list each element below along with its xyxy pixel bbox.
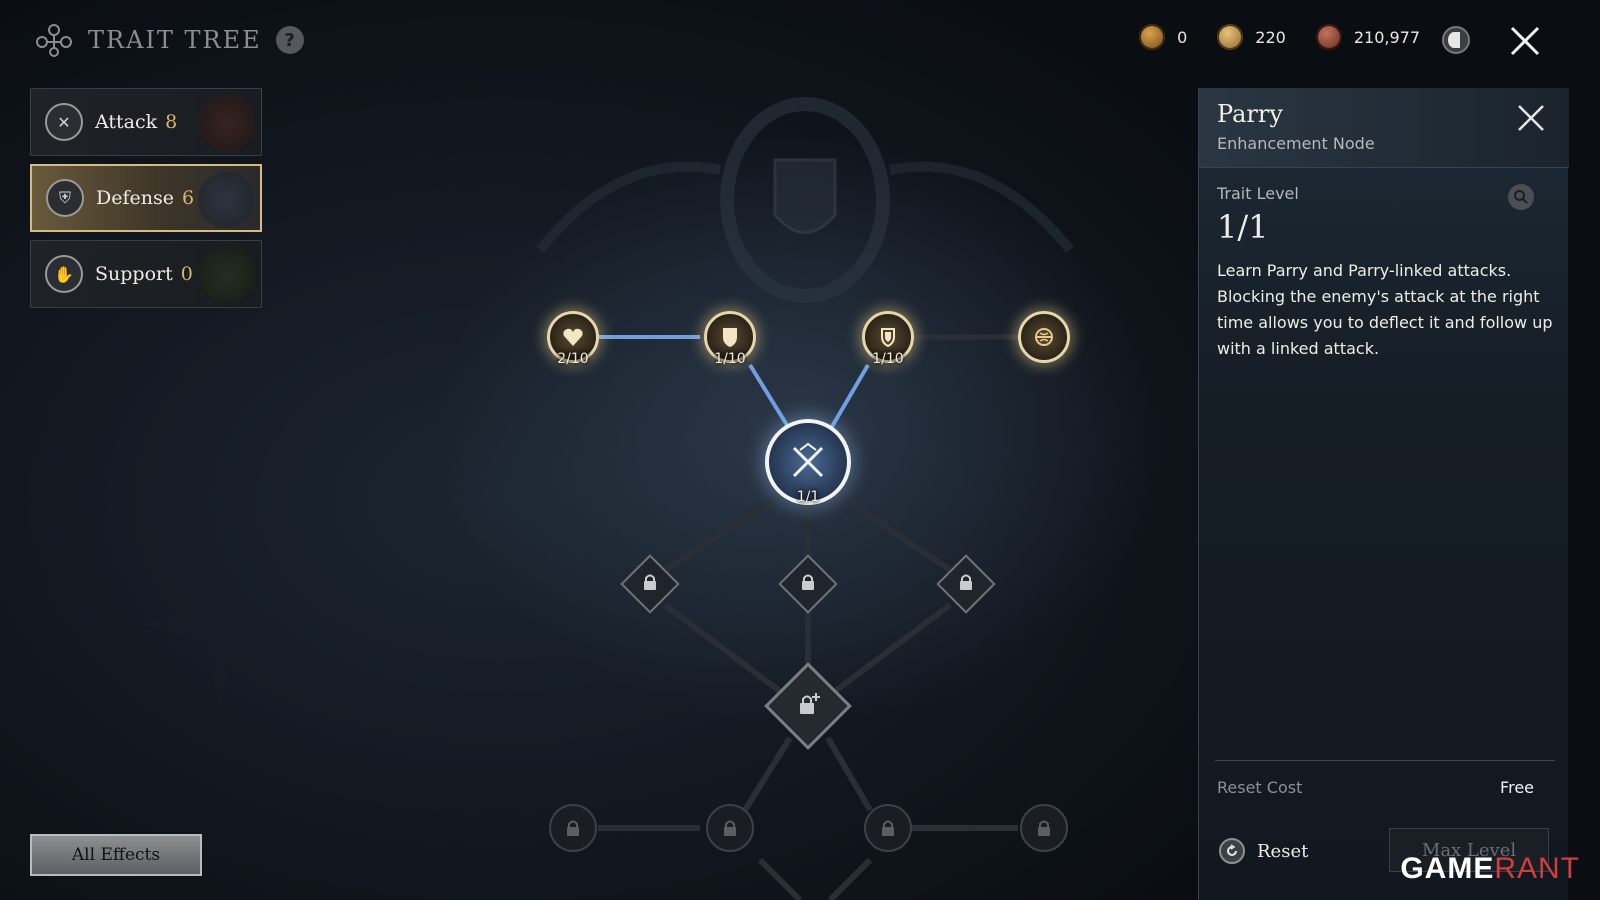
- currency-value: 220: [1255, 27, 1286, 47]
- lock-icon: [549, 804, 597, 852]
- trait-node-locked[interactable]: [706, 804, 754, 852]
- node-frame: [778, 554, 838, 614]
- all-effects-button[interactable]: All Effects: [30, 834, 202, 876]
- close-icon[interactable]: [1515, 102, 1547, 134]
- trait-node-locked[interactable]: [549, 804, 597, 852]
- category-label: Support: [95, 263, 173, 285]
- node-ring: [1018, 311, 1070, 363]
- support-emblem-icon: [199, 247, 255, 303]
- trait-node-locked[interactable]: [864, 804, 912, 852]
- trait-description: Learn Parry and Parry-linked attacks. Bl…: [1217, 261, 1553, 358]
- trait-node-locked[interactable]: [936, 554, 996, 614]
- gauntlet-icon: ✋: [45, 255, 83, 293]
- trait-node-sigil[interactable]: [1018, 311, 1070, 363]
- reset-cost-value: Free: [1500, 778, 1534, 797]
- reset-icon: [1219, 838, 1245, 864]
- page-title: TRAIT TREE: [88, 26, 262, 54]
- crossed-swords-icon: [792, 442, 824, 478]
- category-count: 0: [180, 263, 193, 285]
- category-tab-support[interactable]: ✋ Support 0: [30, 240, 262, 308]
- trait-node-vitality[interactable]: 2/10: [547, 311, 599, 367]
- trait-detail-panel: Parry Enhancement Node Trait Level 1/1 L…: [1198, 88, 1569, 900]
- currency-bar: 0 220 210,977: [1139, 24, 1420, 50]
- category-label: Defense: [96, 187, 174, 209]
- panel-header: Parry Enhancement Node: [1199, 88, 1569, 168]
- lock-icon: [864, 804, 912, 852]
- shield-crest-icon: [881, 328, 895, 348]
- category-tab-attack[interactable]: ✕ Attack 8: [30, 88, 262, 156]
- magnify-icon[interactable]: [1508, 184, 1534, 210]
- node-frame: [764, 662, 852, 750]
- trait-tree-icon: [36, 24, 72, 57]
- lock-plus-icon: [795, 691, 821, 721]
- attack-emblem-icon: [199, 95, 255, 151]
- trait-node-locked-hub[interactable]: [764, 662, 852, 750]
- heart-icon: [563, 328, 583, 346]
- category-count: 8: [165, 111, 178, 133]
- trait-node-guard[interactable]: 1/10: [704, 311, 756, 367]
- display-toggle-icon[interactable]: [1442, 26, 1470, 54]
- node-level: 1/10: [872, 351, 904, 367]
- reset-label: Reset: [1257, 840, 1309, 862]
- watermark-rant: RANT: [1494, 852, 1580, 885]
- trait-node-parry[interactable]: 1/1: [765, 419, 851, 505]
- trait-type: Enhancement Node: [1217, 134, 1375, 153]
- currency-copper: 210,977: [1315, 24, 1420, 50]
- trait-name: Parry: [1217, 100, 1283, 128]
- category-tab-defense[interactable]: ⛨ Defense 6: [30, 164, 262, 232]
- watermark-logo: GAMERANT: [1400, 852, 1580, 886]
- node-level: 1/1: [796, 489, 820, 505]
- currency-crest: 0: [1139, 24, 1187, 50]
- category-label: Attack: [95, 111, 158, 133]
- defense-crest-ornament: [536, 97, 1074, 303]
- shield-icon: [723, 328, 737, 347]
- gold-coin-icon: [1217, 24, 1244, 50]
- trait-node-locked[interactable]: [620, 554, 680, 614]
- lock-icon: [1020, 804, 1068, 852]
- node-level: 2/10: [557, 351, 589, 367]
- lock-icon: [799, 573, 817, 595]
- trait-node-locked[interactable]: [778, 554, 838, 614]
- watermark-game: GAME: [1400, 852, 1495, 885]
- lock-icon: [957, 573, 975, 595]
- header: TRAIT TREE ?: [34, 22, 304, 58]
- lock-icon: [706, 804, 754, 852]
- crossed-swords-icon: ✕: [45, 103, 83, 141]
- gold-crest-coin-icon: [1139, 24, 1166, 50]
- currency-value: 0: [1177, 27, 1188, 47]
- trait-node-locked[interactable]: [1020, 804, 1068, 852]
- reset-button[interactable]: Reset: [1219, 838, 1308, 864]
- node-level: 1/10: [714, 351, 746, 367]
- help-button[interactable]: ?: [275, 26, 304, 54]
- trait-node-block[interactable]: 1/10: [862, 311, 914, 367]
- trait-level-label: Trait Level: [1217, 184, 1299, 203]
- copper-coin-icon: [1315, 24, 1342, 50]
- trait-level-value: 1/1: [1217, 208, 1269, 246]
- node-frame: [936, 554, 996, 614]
- divider: [1215, 760, 1555, 761]
- sigil-icon: [1035, 328, 1053, 346]
- currency-value: 210,977: [1353, 27, 1420, 47]
- compass-ornament: [140, 540, 300, 710]
- shield-icon: ⛨: [46, 179, 84, 217]
- close-icon[interactable]: [1508, 24, 1542, 58]
- currency-gold: 220: [1217, 24, 1286, 50]
- reset-cost-label: Reset Cost: [1217, 778, 1303, 797]
- lock-icon: [641, 573, 659, 595]
- defense-emblem-icon: [198, 172, 254, 228]
- category-count: 6: [182, 187, 195, 209]
- node-frame: [620, 554, 680, 614]
